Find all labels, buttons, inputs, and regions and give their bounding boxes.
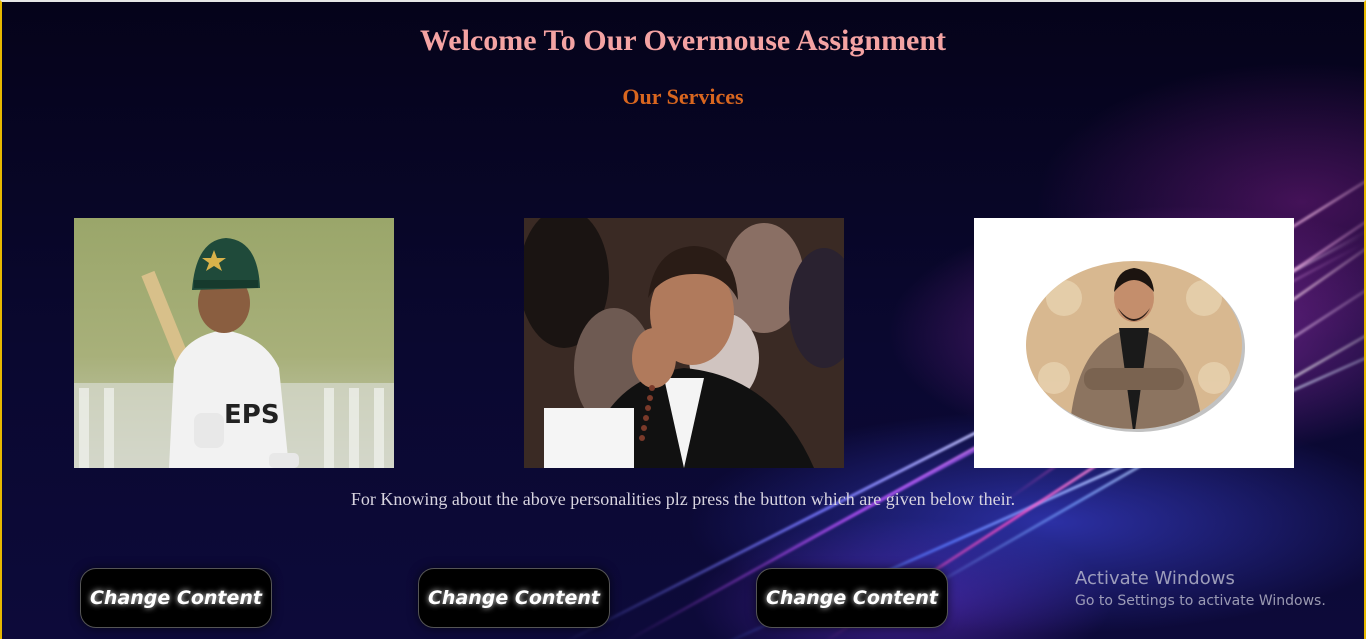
- instruction-caption: For Knowing about the above personalitie…: [350, 489, 1016, 509]
- watermark-title: Activate Windows: [1075, 568, 1235, 589]
- personality-image-man-in-suit: [974, 218, 1294, 468]
- change-content-button-1[interactable]: Change Content: [80, 568, 272, 628]
- activate-windows-watermark: Activate Windows Go to Settings to activ…: [1075, 568, 1326, 609]
- personality-image-cricketer: EPS: [74, 218, 394, 468]
- change-content-button-2[interactable]: Change Content: [418, 568, 610, 628]
- personality-image-politician: [524, 218, 844, 468]
- change-content-button-3[interactable]: Change Content: [756, 568, 948, 628]
- page-title: Welcome To Our Overmouse Assignment: [419, 24, 947, 57]
- section-subtitle: Our Services: [622, 84, 744, 109]
- svg-text:EPS: EPS: [224, 400, 280, 430]
- watermark-subtitle: Go to Settings to activate Windows.: [1075, 593, 1326, 609]
